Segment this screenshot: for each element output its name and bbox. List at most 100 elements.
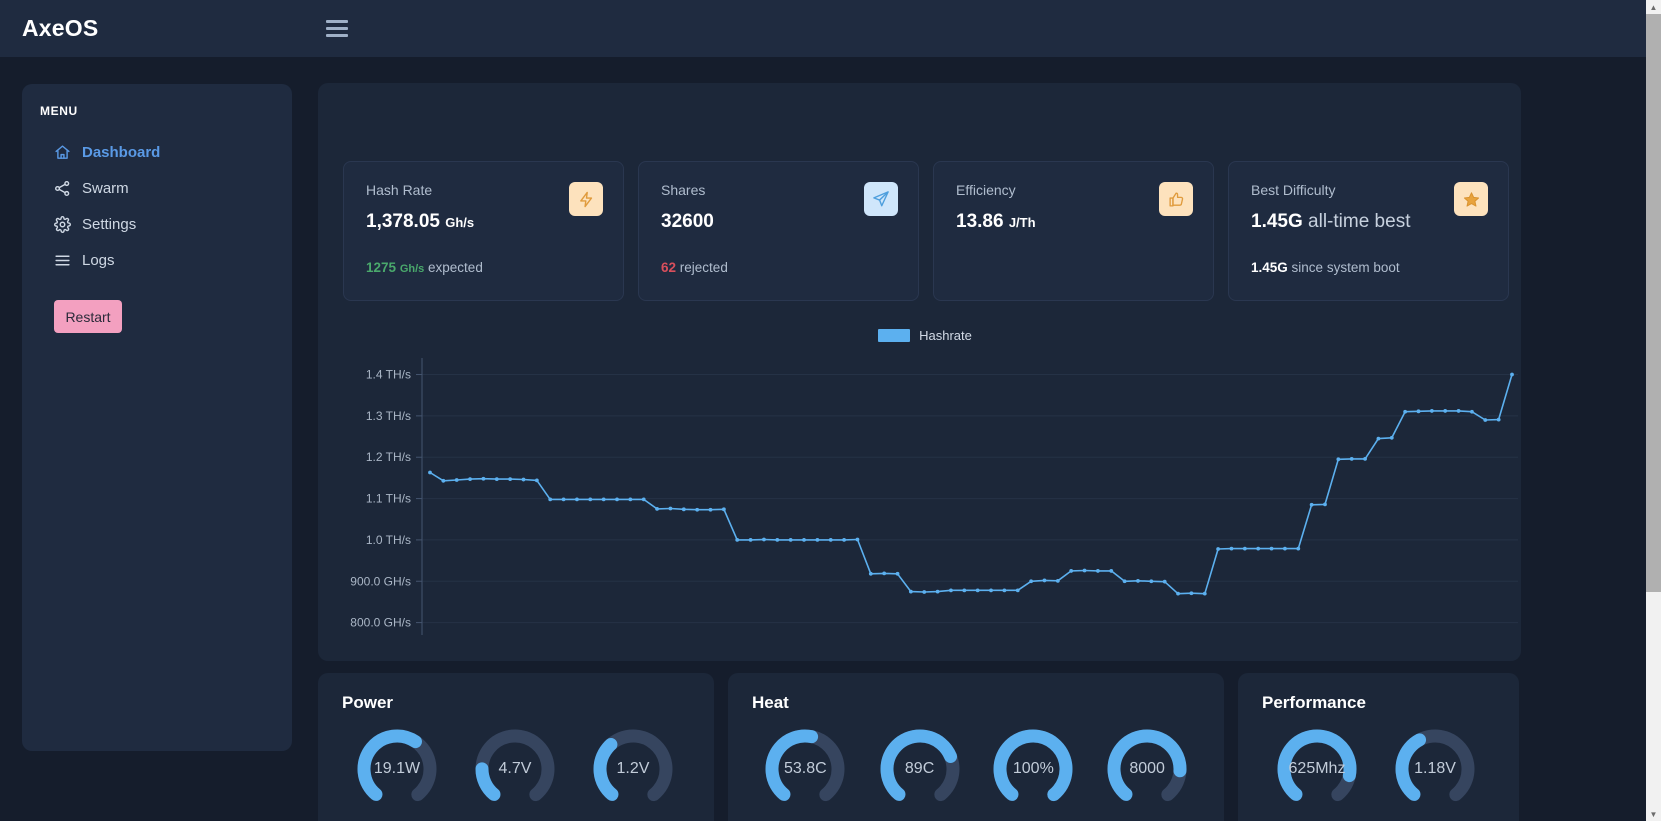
gauge-value: 53.8C bbox=[783, 760, 827, 777]
legend-label: Hashrate bbox=[919, 328, 972, 343]
gauge-value: 100% bbox=[1012, 760, 1054, 777]
gauge-dial: 625Mhz bbox=[1271, 723, 1363, 815]
gauge: 625MhzASIC Frequency bbox=[1262, 723, 1372, 821]
stat-label: Shares bbox=[661, 182, 706, 198]
sidebar-title: MENU bbox=[40, 104, 78, 118]
svg-text:1.1 TH/s: 1.1 TH/s bbox=[366, 492, 411, 506]
home-icon bbox=[54, 144, 71, 161]
sidebar-item-label: Dashboard bbox=[82, 143, 161, 161]
stat-value-number: 1.45G bbox=[1251, 211, 1303, 232]
star-icon bbox=[1454, 182, 1488, 216]
gear-icon bbox=[54, 215, 71, 233]
scrollbar-thumb[interactable] bbox=[1646, 14, 1661, 592]
stat-label: Efficiency bbox=[956, 182, 1016, 198]
svg-text:1.0 TH/s: 1.0 TH/s bbox=[366, 533, 411, 547]
gauge-dial: 89C bbox=[874, 723, 966, 815]
sidebar-item-label: Settings bbox=[82, 215, 137, 233]
stat-value-number: 32600 bbox=[661, 211, 714, 232]
stat-subtext: 1275 Gh/s expected bbox=[366, 260, 483, 275]
sidebar-item-swarm[interactable]: Swarm bbox=[22, 170, 292, 206]
gauge-card-title: Performance bbox=[1262, 693, 1366, 712]
gauge: 4.7VInput Voltage bbox=[460, 723, 570, 821]
stat-sub-value: 1275 bbox=[366, 260, 397, 275]
app-brand: AxeOS bbox=[22, 15, 99, 41]
gauge-value: 89C bbox=[904, 760, 935, 777]
gauge: 53.8CASIC Temperature bbox=[752, 723, 859, 821]
list-icon bbox=[54, 252, 71, 269]
gauge: 8000Fan RPM bbox=[1094, 723, 1200, 821]
stat-card-best-difficulty: Best Difficulty 1.45G all-time best 1.45… bbox=[1228, 161, 1509, 301]
gauge-value: 4.7V bbox=[498, 760, 532, 777]
gauge-value: 625Mhz bbox=[1288, 760, 1346, 777]
gauge-card-heat: Heat 53.8CASIC Temperature89CVoltage Reg… bbox=[728, 673, 1224, 821]
svg-text:900.0 GH/s: 900.0 GH/s bbox=[350, 574, 411, 588]
stat-label: Best Difficulty bbox=[1251, 182, 1336, 198]
stat-value-number: 13.86 bbox=[956, 211, 1004, 232]
restart-button[interactable]: Restart bbox=[54, 300, 122, 333]
stat-sub-unit: Gh/s bbox=[399, 263, 425, 275]
sidebar-item-logs[interactable]: Logs bbox=[22, 242, 292, 278]
gauge-dial: 19.1W bbox=[351, 723, 443, 815]
gauge-list: 53.8CASIC Temperature89CVoltage Regulato… bbox=[752, 723, 1200, 821]
gauge-card-title: Heat bbox=[752, 693, 789, 712]
stat-sub-value: 62 bbox=[661, 260, 677, 275]
hamburger-bar bbox=[326, 19, 348, 23]
svg-text:1.2 TH/s: 1.2 TH/s bbox=[366, 450, 411, 464]
gauge: 1.2VASIC Voltage bbox=[578, 723, 688, 821]
svg-text:1.4 TH/s: 1.4 TH/s bbox=[366, 368, 411, 382]
stat-sub-text: since system boot bbox=[1291, 260, 1400, 275]
page-scrollbar[interactable]: ▲ ▼ bbox=[1646, 0, 1661, 821]
stat-value-unit: J/Th bbox=[1008, 215, 1036, 230]
scroll-up-arrow-icon[interactable]: ▲ bbox=[1646, 0, 1661, 14]
stat-card-shares: Shares 32600 62 rejected bbox=[638, 161, 919, 301]
hamburger-bar bbox=[326, 33, 348, 37]
stat-card-row: Hash Rate 1,378.05 Gh/s 1275 Gh/s expect… bbox=[343, 161, 1509, 301]
stat-card-efficiency: Efficiency 13.86 J/Th bbox=[933, 161, 1214, 301]
stat-value: 1.45G all-time best bbox=[1251, 211, 1486, 233]
sidebar-item-dashboard[interactable]: Dashboard bbox=[22, 134, 292, 170]
gauge-dial: 100% bbox=[987, 723, 1079, 815]
chart-legend[interactable]: Hashrate bbox=[330, 328, 1520, 343]
stat-sub-value: 1.45G bbox=[1251, 260, 1288, 275]
stat-subtext: 62 rejected bbox=[661, 260, 728, 275]
gauge-card-performance: Performance 625MhzASIC Frequency1.18VASI… bbox=[1238, 673, 1519, 821]
stat-value: 13.86 J/Th bbox=[956, 211, 1191, 233]
svg-text:1.3 TH/s: 1.3 TH/s bbox=[366, 409, 411, 423]
stat-sub-text: rejected bbox=[679, 260, 728, 275]
hashrate-chart: Hashrate 1.4 TH/s 1.3 TH/s 1.2 TH/s 1.1 TH/… bbox=[330, 328, 1520, 648]
share-nodes-icon bbox=[54, 180, 71, 197]
gauge-card-title: Power bbox=[342, 693, 394, 712]
gauge-card-power: Power 19.1WPower4.7VInput Voltage1.2VASI… bbox=[318, 673, 714, 821]
stat-value-unit: Gh/s bbox=[445, 215, 475, 230]
gauge-dial: 8000 bbox=[1101, 723, 1193, 815]
legend-swatch bbox=[878, 329, 911, 342]
gauge-value: 8000 bbox=[1129, 760, 1165, 777]
gauge-value: 1.18V bbox=[1414, 760, 1456, 777]
stat-sub-text: expected bbox=[428, 260, 483, 275]
send-icon bbox=[864, 182, 898, 216]
gauge-dial: 53.8C bbox=[759, 723, 851, 815]
thumbs-up-icon bbox=[1159, 182, 1193, 216]
stat-value-number: 1,378.05 bbox=[366, 211, 440, 232]
app-root: AxeOS MENU Dashboard Swarm Settings Logs… bbox=[0, 0, 1661, 821]
gauge-card-row: Power 19.1WPower4.7VInput Voltage1.2VASI… bbox=[318, 673, 1519, 821]
sidebar-item-settings[interactable]: Settings bbox=[22, 206, 292, 242]
gauge: 100%Fan % bbox=[980, 723, 1086, 821]
gauge: 1.18VASIC Voltage bbox=[1380, 723, 1490, 821]
gauge: 19.1WPower bbox=[342, 723, 452, 821]
gauge-list: 625MhzASIC Frequency1.18VASIC Voltage bbox=[1262, 723, 1495, 821]
hamburger-icon[interactable] bbox=[326, 17, 348, 39]
sidebar-item-label: Logs bbox=[82, 251, 115, 269]
stat-subtext: 1.45G since system boot bbox=[1251, 260, 1400, 275]
stat-value: 1,378.05 Gh/s bbox=[366, 211, 601, 233]
sidebar-item-label: Swarm bbox=[82, 179, 129, 197]
dashboard-panel: Hash Rate 1,378.05 Gh/s 1275 Gh/s expect… bbox=[318, 83, 1521, 661]
hamburger-bar bbox=[326, 26, 348, 30]
chart-canvas: 1.4 TH/s 1.3 TH/s 1.2 TH/s 1.1 TH/s 1.0 TH/s… bbox=[350, 358, 1518, 635]
scroll-down-arrow-icon[interactable]: ▼ bbox=[1646, 807, 1661, 821]
stat-card-hash-rate: Hash Rate 1,378.05 Gh/s 1275 Gh/s expect… bbox=[343, 161, 624, 301]
bolt-icon bbox=[569, 182, 603, 216]
gauge-dial: 1.2V bbox=[587, 723, 679, 815]
svg-text:800.0 GH/s: 800.0 GH/s bbox=[350, 616, 411, 630]
page-body: MENU Dashboard Swarm Settings Logs Resta… bbox=[0, 57, 1646, 821]
